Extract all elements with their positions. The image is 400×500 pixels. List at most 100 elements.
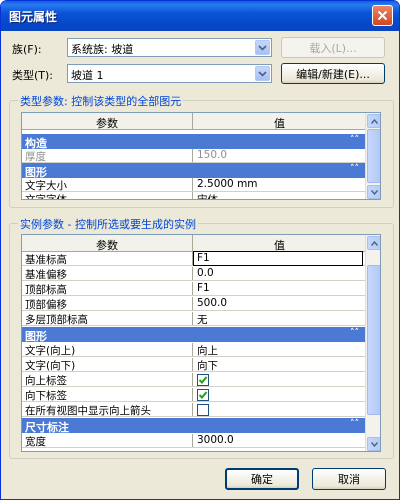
property-row[interactable]: 多层顶部标高 无 [22,312,365,326]
chevron-down-icon [370,189,378,195]
column-divider [192,343,193,356]
property-row[interactable]: 文字字体 宋体 [22,192,365,200]
property-name: 在所有视图中显示向上箭头 [25,405,151,417]
property-value[interactable]: 3000.0 [197,434,234,446]
property-name: 基准标高 [25,254,67,266]
property-row[interactable]: 厚度 150.0 [22,149,365,163]
checkmark-icon [198,391,208,399]
load-button[interactable]: 载入(L)... [281,37,385,58]
property-value[interactable]: 向下 [197,358,218,373]
property-name: 文字(向下) [25,360,76,372]
property-row[interactable]: 在所有视图中显示向上箭头 [22,403,365,417]
scroll-up-button[interactable] [367,114,380,128]
checkmark-icon [198,376,208,384]
property-value[interactable]: 宋体 [197,192,218,199]
property-row[interactable]: 向下标签 [22,388,365,402]
column-divider[interactable] [192,113,193,129]
property-row[interactable]: 文字(向下) 向下 [22,358,365,372]
type-select[interactable]: 坡道 1 [67,64,272,83]
category-header[interactable]: 图形 ˄˄ [22,163,365,179]
property-value[interactable]: 0.0 [197,267,214,279]
property-row[interactable]: 顶部偏移 500.0 [22,297,365,311]
property-name: 向下标签 [25,390,67,402]
close-button[interactable] [372,5,393,26]
property-value[interactable]: 无 [197,312,208,327]
type-value: 坡道 1 [71,69,104,82]
property-name: 文字大小 [25,180,67,192]
scroll-down-button[interactable] [367,185,380,199]
cancel-button[interactable]: 取消 [312,468,386,490]
scroll-thumb[interactable] [367,265,380,415]
type-params-title: 类型参数: 控制该类型的全部图元 [18,93,184,109]
property-row[interactable]: 基准偏移 0.0 [22,267,365,281]
property-value[interactable]: F1 [197,252,210,264]
column-divider [192,388,193,401]
column-divider [192,192,193,199]
property-name: 文字字体 [25,194,67,200]
close-icon [377,10,388,21]
title-bar[interactable]: 图元属性 [1,1,399,31]
property-name: 基准偏移 [25,269,67,281]
instance-params-title: 实例参数 - 控制所选或要生成的实例 [18,216,198,232]
value-edit-field[interactable] [193,251,363,266]
collapse-icon[interactable]: ˄˄ [350,135,359,145]
param-column-header[interactable]: 参数 [22,237,192,253]
family-select[interactable]: 系统族: 坡道 [67,38,272,57]
property-row[interactable]: 基准标高 F1 [22,251,365,266]
property-name: 宽度 [25,436,46,448]
property-value[interactable]: 2.5000 mm [197,178,258,190]
element-properties-dialog: 图元属性 族(F): 系统族: 坡道 载入(L)... 类型(T): 坡道 1 … [0,0,400,500]
chevron-down-icon[interactable] [255,66,270,81]
collapse-icon[interactable]: ˄˄ [350,328,359,338]
scroll-up-button[interactable] [367,236,380,250]
category-header[interactable]: 图形 ˄˄ [22,327,365,343]
edit-new-button[interactable]: 编辑/新建(E)... [281,63,385,84]
property-name: 厚度 [25,151,46,163]
column-divider [192,282,193,295]
property-row[interactable]: 顶部标高 F1 [22,282,365,296]
category-header[interactable]: 尺寸标注 ˄˄ [22,418,365,434]
column-divider [192,178,193,191]
property-checkbox[interactable] [197,404,209,416]
chevron-down-icon[interactable] [255,40,270,55]
column-divider [192,297,193,310]
instance-params-grid: 参数 值 基准标高 F1 基准偏移 0.0 顶部标高 F1 顶部偏移 500.0 多层顶部标高 无… [21,234,381,452]
property-name: 文字(向上) [25,345,76,357]
category-header[interactable]: 构造 ˄˄ [22,134,365,150]
property-name: 顶部标高 [25,284,67,296]
family-value: 系统族: 坡道 [71,43,134,56]
property-row[interactable]: 宽度 3000.0 [22,434,365,448]
type-params-scrollbar[interactable] [365,113,380,199]
column-divider [192,312,193,325]
column-divider [192,403,193,416]
property-name: 向上标签 [25,375,67,387]
property-value[interactable]: 向上 [197,343,218,358]
column-divider[interactable] [192,235,193,251]
grid-header: 参数 值 [22,113,366,130]
type-label: 类型(T): [12,69,54,82]
collapse-icon[interactable]: ˄˄ [350,164,359,174]
property-row[interactable]: 文字大小 2.5000 mm [22,178,365,192]
property-checkbox[interactable] [197,374,209,386]
chevron-up-icon [370,118,378,124]
window-title: 图元属性 [9,10,58,24]
property-value[interactable]: F1 [197,282,210,294]
property-row[interactable]: 向上标签 [22,373,365,387]
property-value[interactable]: 150.0 [197,149,227,161]
instance-params-scrollbar[interactable] [365,235,380,451]
category-label: 尺寸标注 [25,421,69,434]
collapse-icon[interactable]: ˄˄ [350,419,359,429]
chevron-down-icon [370,441,378,447]
column-divider [192,434,193,447]
ok-button[interactable]: 确定 [225,468,299,490]
value-column-header[interactable]: 值 [193,115,366,131]
category-label: 图形 [25,330,47,343]
scroll-thumb[interactable] [367,129,380,183]
type-params-grid: 参数 值 构造 ˄˄ 厚度 150.0 图形 ˄˄ 文字大小 2.5000 mm 文字字体 宋体 [21,112,381,200]
param-column-header[interactable]: 参数 [22,115,192,131]
property-row[interactable]: 文字(向上) 向上 [22,343,365,357]
scroll-down-button[interactable] [367,437,380,451]
chevron-up-icon [370,240,378,246]
property-checkbox[interactable] [197,389,209,401]
property-value[interactable]: 500.0 [197,297,227,309]
